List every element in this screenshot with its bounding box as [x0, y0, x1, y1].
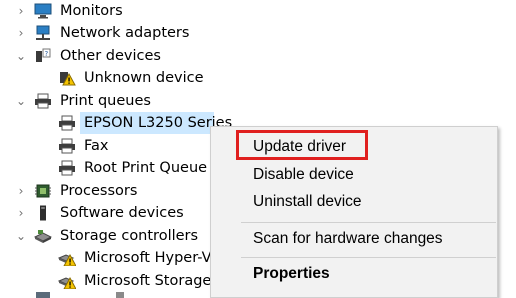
tree-item-label: Unknown device [84, 70, 204, 86]
menu-separator [241, 257, 496, 258]
tree-item-label: Root Print Queue [84, 160, 208, 176]
chevron-right-icon[interactable]: › [13, 180, 29, 202]
menu-item-uninstall-device[interactable]: Uninstall device [211, 189, 497, 215]
tree-item-label: Microsoft Hyper-V S [84, 250, 226, 266]
tree-item-print-queues[interactable]: ⌄ Print queues [0, 90, 516, 112]
chevron-right-icon[interactable]: › [13, 0, 29, 22]
tree-item-label: Fax [84, 138, 109, 154]
chevron-down-icon[interactable]: ⌄ [13, 45, 29, 67]
tree-item-label: Storage controllers [60, 228, 199, 244]
printer-icon [58, 160, 76, 176]
svg-text:?: ? [45, 50, 49, 58]
menu-item-update-driver[interactable]: Update driver [211, 134, 497, 160]
tree-item-label: Network adapters [60, 25, 190, 41]
next-item-icon-partial [116, 292, 124, 298]
storage-controller-icon [34, 228, 52, 244]
next-item-icon-partial [36, 292, 50, 298]
software-device-icon [34, 205, 52, 221]
other-devices-icon: ? [34, 48, 52, 64]
monitor-icon [34, 3, 52, 19]
tree-item-monitors[interactable]: › Monitors [0, 0, 516, 22]
tree-item-label: Print queues [60, 93, 151, 109]
network-adapter-icon [34, 25, 52, 41]
printer-icon [34, 93, 52, 109]
storage-controller-warning-icon [58, 250, 76, 266]
tree-item-label: Microsoft Storage S [84, 273, 226, 289]
context-menu: Update driver Disable device Uninstall d… [210, 126, 498, 298]
menu-item-disable-device[interactable]: Disable device [211, 162, 497, 188]
tree-item-label: Other devices [60, 48, 161, 64]
processor-icon [34, 183, 52, 199]
printer-icon [58, 115, 76, 131]
tree-item-other-devices[interactable]: ⌄ ? Other devices [0, 45, 516, 67]
tree-item-unknown-device[interactable]: Unknown device [0, 67, 516, 89]
storage-controller-warning-icon [58, 273, 76, 289]
printer-icon [58, 138, 76, 154]
unknown-device-warning-icon [58, 70, 76, 86]
chevron-down-icon[interactable]: ⌄ [13, 225, 29, 247]
tree-item-label: Monitors [60, 3, 123, 19]
chevron-down-icon[interactable]: ⌄ [13, 90, 29, 112]
menu-separator [241, 222, 496, 223]
menu-item-scan-for-hardware-changes[interactable]: Scan for hardware changes [211, 226, 497, 252]
menu-item-properties[interactable]: Properties [211, 261, 497, 287]
tree-item-label: Software devices [60, 205, 184, 221]
chevron-right-icon[interactable]: › [13, 22, 29, 44]
chevron-right-icon[interactable]: › [13, 202, 29, 224]
tree-item-label: Processors [60, 183, 138, 199]
tree-item-network-adapters[interactable]: › Network adapters [0, 22, 516, 44]
